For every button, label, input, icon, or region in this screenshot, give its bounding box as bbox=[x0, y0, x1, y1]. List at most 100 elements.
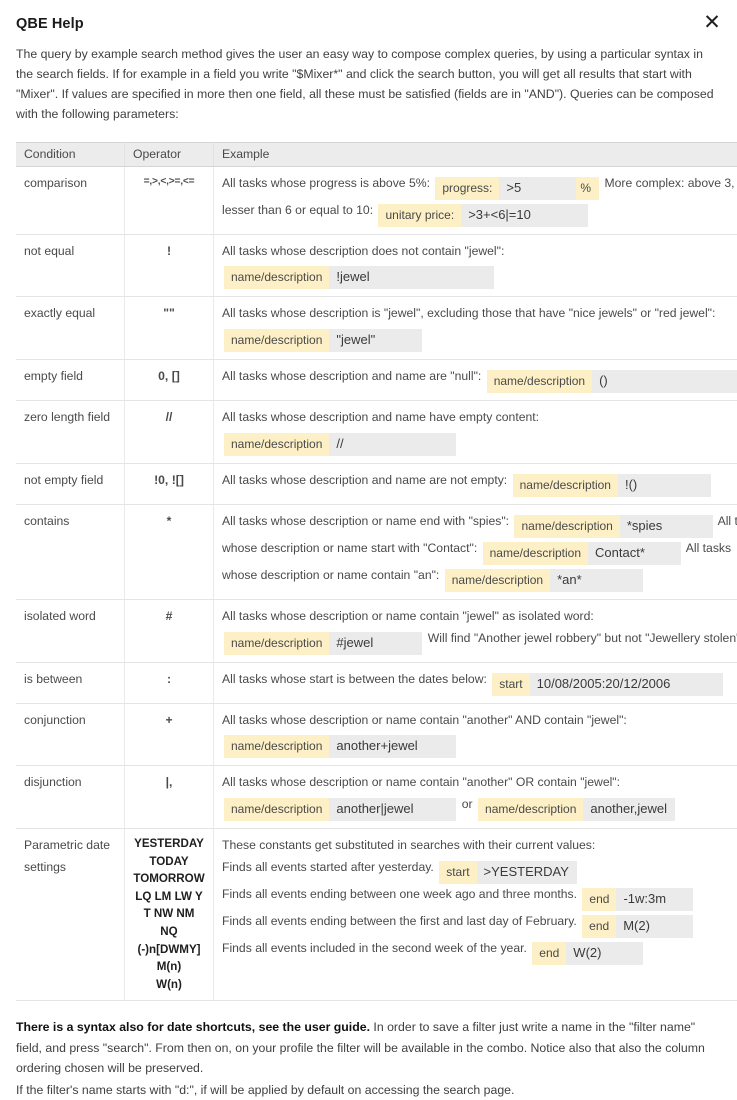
date-constant: TODAY bbox=[133, 853, 205, 871]
field-label: name/description bbox=[224, 266, 329, 289]
date-constant: M(n) bbox=[133, 958, 205, 976]
field-input[interactable]: !jewel bbox=[329, 266, 494, 289]
qbe-field-unitary-price[interactable]: unitary price:>3+<6|=10 bbox=[378, 204, 588, 227]
footer-line-1: There is a syntax also for date shortcut… bbox=[16, 1017, 721, 1078]
row-example: All tasks whose description or name cont… bbox=[214, 703, 737, 766]
footer-note: There is a syntax also for date shortcut… bbox=[16, 1017, 721, 1100]
row-example: All tasks whose description and name are… bbox=[214, 360, 737, 401]
example-text: All tasks whose description and name are… bbox=[222, 473, 507, 487]
field-input[interactable]: W(2) bbox=[566, 942, 643, 965]
field-label: name/description bbox=[224, 798, 329, 821]
qbe-field-end[interactable]: end-1w:3m bbox=[582, 888, 693, 911]
field-input[interactable]: Contact* bbox=[588, 542, 681, 565]
qbe-field-name-description[interactable]: name/description*an* bbox=[445, 569, 643, 592]
date-constant: TOMORROW bbox=[133, 870, 205, 888]
table-header-row: Condition Operator Example bbox=[16, 142, 737, 166]
field-input[interactable]: #jewel bbox=[329, 632, 422, 655]
example-text: All tasks whose progress is above 5%: bbox=[222, 176, 430, 190]
qbe-field-start[interactable]: start10/08/2005:20/12/2006 bbox=[492, 673, 722, 696]
row-operator: |, bbox=[125, 766, 214, 829]
field-label: unitary price: bbox=[378, 204, 461, 227]
qbe-field-end[interactable]: endM(2) bbox=[582, 915, 693, 938]
date-constant: LQ LM LW Y bbox=[133, 888, 205, 906]
row-operator: !0, ![] bbox=[125, 463, 214, 504]
field-input[interactable]: another,jewel bbox=[583, 798, 675, 821]
example-text: All tasks whose start is between the dat… bbox=[222, 672, 487, 686]
qbe-field-name-description[interactable]: name/descriptionContact* bbox=[483, 542, 681, 565]
row-condition: empty field bbox=[16, 360, 125, 401]
table-row: disjunction |, All tasks whose descripti… bbox=[16, 766, 737, 829]
row-condition: Parametric date settings bbox=[16, 828, 125, 1000]
field-input[interactable]: *an* bbox=[550, 569, 643, 592]
table-row: comparison =,>,<,>=,<= All tasks whose p… bbox=[16, 166, 737, 234]
qbe-field-name-description[interactable]: name/descriptionanother,jewel bbox=[478, 798, 675, 821]
field-input[interactable]: *spies bbox=[620, 515, 713, 538]
example-text-2: or bbox=[462, 797, 473, 811]
qbe-field-name-description[interactable]: name/description#jewel bbox=[224, 632, 422, 655]
field-label: name/description bbox=[224, 433, 329, 456]
qbe-field-name-description[interactable]: name/description// bbox=[224, 433, 456, 456]
row-condition: exactly equal bbox=[16, 297, 125, 360]
header-condition: Condition bbox=[16, 142, 125, 166]
qbe-field-name-description[interactable]: name/description"jewel" bbox=[224, 329, 422, 352]
example-text: Finds all events ending between one week… bbox=[222, 887, 577, 901]
row-example: All tasks whose description and name hav… bbox=[214, 401, 737, 464]
row-condition: disjunction bbox=[16, 766, 125, 829]
field-label: start bbox=[439, 861, 476, 884]
example-text: Finds all events included in the second … bbox=[222, 941, 527, 955]
parametric-line: Finds all events ending between the firs… bbox=[222, 911, 737, 938]
row-example: These constants get substituted in searc… bbox=[214, 828, 737, 1000]
dialog-titlebar: QBE Help bbox=[16, 0, 721, 32]
row-operator: 0, [] bbox=[125, 360, 214, 401]
field-input[interactable]: -1w:3m bbox=[616, 888, 693, 911]
qbe-field-name-description[interactable]: name/description() bbox=[487, 370, 737, 393]
qbe-field-name-description[interactable]: name/description*spies bbox=[514, 515, 712, 538]
page-title: QBE Help bbox=[16, 16, 84, 32]
row-condition: conjunction bbox=[16, 703, 125, 766]
table-row: zero length field // All tasks whose des… bbox=[16, 401, 737, 464]
qbe-field-name-description[interactable]: name/descriptionanother|jewel bbox=[224, 798, 456, 821]
parametric-line: Finds all events started after yesterday… bbox=[222, 857, 737, 884]
field-input[interactable]: !() bbox=[618, 474, 711, 497]
field-label: name/description bbox=[224, 632, 329, 655]
date-constant: NQ bbox=[133, 923, 205, 941]
field-label: progress: bbox=[435, 177, 499, 200]
example-text: All tasks whose description or name cont… bbox=[222, 775, 620, 789]
qbe-help-dialog: QBE Help ✕ The query by example search m… bbox=[0, 0, 737, 840]
qbe-field-start[interactable]: start>YESTERDAY bbox=[439, 861, 577, 884]
row-example: All tasks whose description is "jewel", … bbox=[214, 297, 737, 360]
table-row: not empty field !0, ![] All tasks whose … bbox=[16, 463, 737, 504]
field-input[interactable]: another+jewel bbox=[329, 735, 456, 758]
table-row-parametric: Parametric date settings YESTERDAY TODAY… bbox=[16, 828, 737, 1000]
field-label: name/description bbox=[224, 329, 329, 352]
field-input[interactable]: >YESTERDAY bbox=[477, 861, 577, 884]
parametric-line: Finds all events ending between one week… bbox=[222, 884, 737, 911]
date-constant: YESTERDAY bbox=[133, 835, 205, 853]
date-constant: W(n) bbox=[133, 976, 205, 994]
field-input[interactable]: "jewel" bbox=[329, 329, 422, 352]
qbe-field-progress[interactable]: progress:>5% bbox=[435, 177, 599, 200]
qbe-field-name-description[interactable]: name/descriptionanother+jewel bbox=[224, 735, 456, 758]
field-input[interactable]: >3+<6|=10 bbox=[461, 204, 588, 227]
field-input[interactable]: >5 bbox=[499, 177, 576, 200]
field-input[interactable]: another|jewel bbox=[329, 798, 456, 821]
field-input[interactable]: // bbox=[329, 433, 456, 456]
qbe-field-end[interactable]: endW(2) bbox=[532, 942, 643, 965]
field-input[interactable]: M(2) bbox=[616, 915, 693, 938]
qbe-field-name-description[interactable]: name/description!jewel bbox=[224, 266, 494, 289]
row-operator: ! bbox=[125, 234, 214, 297]
header-operator: Operator bbox=[125, 142, 214, 166]
example-text-2: Will find "Another jewel robbery" but no… bbox=[428, 631, 737, 645]
qbe-field-name-description[interactable]: name/description!() bbox=[513, 474, 711, 497]
row-operator-constants: YESTERDAY TODAY TOMORROW LQ LM LW Y T NW… bbox=[125, 828, 214, 1000]
field-input[interactable]: () bbox=[592, 370, 737, 393]
example-text: All tasks whose description and name are… bbox=[222, 369, 481, 383]
date-constants-list: YESTERDAY TODAY TOMORROW LQ LM LW Y T NW… bbox=[133, 835, 205, 993]
row-example: All tasks whose description or name cont… bbox=[214, 766, 737, 829]
field-input[interactable]: 10/08/2005:20/12/2006 bbox=[530, 673, 723, 696]
footer-line-2: If the filter's name starts with "d:", i… bbox=[16, 1080, 721, 1100]
example-text: All tasks whose description and name hav… bbox=[222, 410, 539, 424]
field-label: end bbox=[532, 942, 566, 965]
close-icon[interactable]: ✕ bbox=[699, 9, 725, 35]
example-text: Finds all events ending between the firs… bbox=[222, 914, 577, 928]
